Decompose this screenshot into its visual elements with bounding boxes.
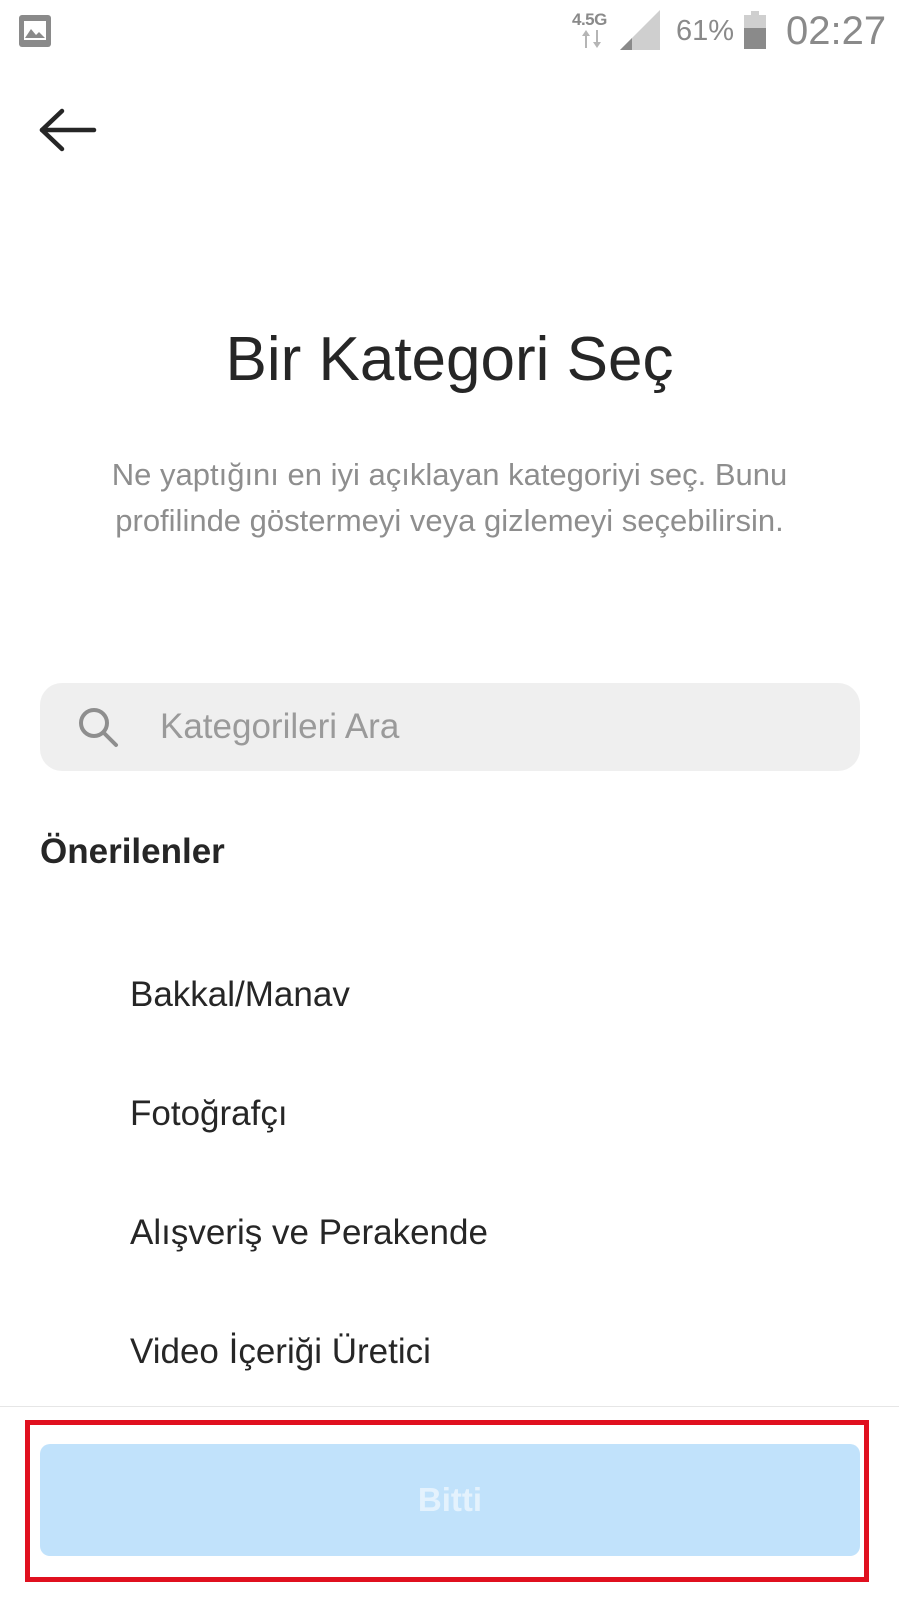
category-item-video-icerigi-uretici[interactable]: Video İçeriği Üretici (0, 1292, 899, 1411)
category-item-alisveris-ve-perakende[interactable]: Alışveriş ve Perakende (0, 1173, 899, 1292)
category-item-fotografci[interactable]: Fotoğrafçı (0, 1054, 899, 1173)
battery-percent: 61% (676, 15, 735, 47)
network-type-label: 4.5G (572, 10, 607, 29)
done-button[interactable]: Bitti (40, 1444, 860, 1556)
search-bar[interactable] (40, 683, 860, 771)
arrow-left-icon (39, 108, 97, 152)
gallery-notification-icon (19, 15, 51, 47)
search-input[interactable] (160, 683, 840, 771)
page-title: Bir Kategori Seç (225, 325, 674, 394)
search-icon (79, 708, 118, 747)
category-item-bakkal-manav[interactable]: Bakkal/Manav (0, 935, 899, 1054)
signal-strength-icon (620, 10, 660, 50)
page-subtitle: Ne yaptığını en iyi açıklayan kategoriyi… (111, 457, 788, 538)
battery-icon (744, 11, 766, 49)
back-button[interactable] (30, 92, 106, 168)
suggestions-header: Önerilenler (40, 832, 225, 871)
status-time: 02:27 (786, 9, 887, 53)
category-list: Bakkal/Manav Fotoğrafçı Alışveriş ve Per… (0, 935, 899, 1411)
footer-divider (0, 1406, 899, 1407)
data-transfer-arrows-icon (582, 30, 601, 48)
status-bar: 4.5G 61% 02:27 (0, 0, 899, 62)
